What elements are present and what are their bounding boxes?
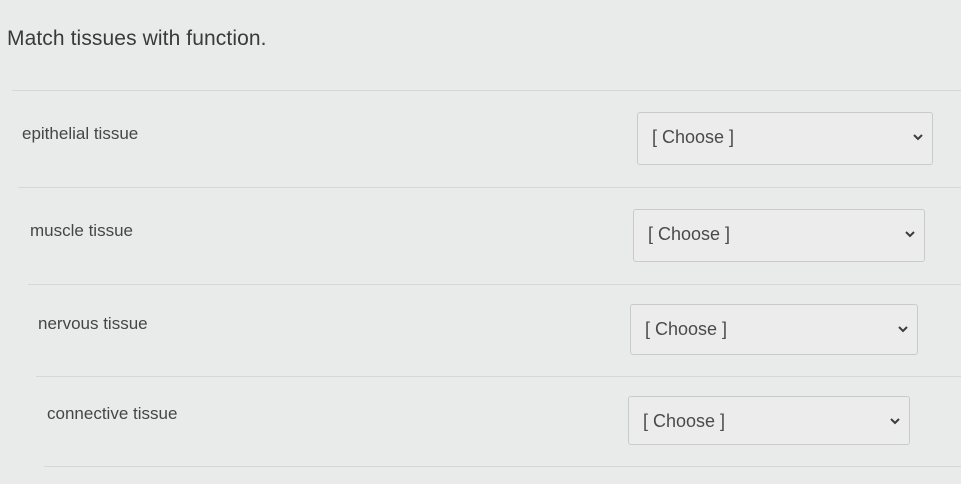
- select-value: [ Choose ]: [648, 224, 731, 244]
- select-connective-tissue[interactable]: [ Choose ]: [628, 396, 910, 445]
- question-prompt: Match tissues with function.: [7, 27, 267, 50]
- divider: [12, 90, 961, 91]
- select-value: [ Choose ]: [652, 127, 735, 147]
- select-epithelial-tissue[interactable]: [ Choose ]: [637, 112, 933, 165]
- chevron-down-icon: [913, 134, 923, 141]
- row-label-nervous-tissue: nervous tissue: [38, 314, 148, 333]
- divider: [28, 284, 961, 285]
- chevron-down-icon: [890, 418, 900, 425]
- select-muscle-tissue[interactable]: [ Choose ]: [633, 209, 925, 262]
- select-value: [ Choose ]: [645, 319, 728, 339]
- chevron-down-icon: [905, 231, 915, 238]
- divider: [44, 466, 961, 467]
- select-nervous-tissue[interactable]: [ Choose ]: [630, 304, 918, 355]
- chevron-down-icon: [898, 326, 908, 333]
- divider: [36, 376, 961, 377]
- row-label-muscle-tissue: muscle tissue: [30, 221, 133, 240]
- select-value: [ Choose ]: [643, 411, 726, 431]
- row-label-epithelial-tissue: epithelial tissue: [22, 124, 139, 143]
- matching-question: Match tissues with function. epithelial …: [0, 0, 961, 484]
- divider: [18, 187, 961, 188]
- row-label-connective-tissue: connective tissue: [47, 404, 178, 423]
